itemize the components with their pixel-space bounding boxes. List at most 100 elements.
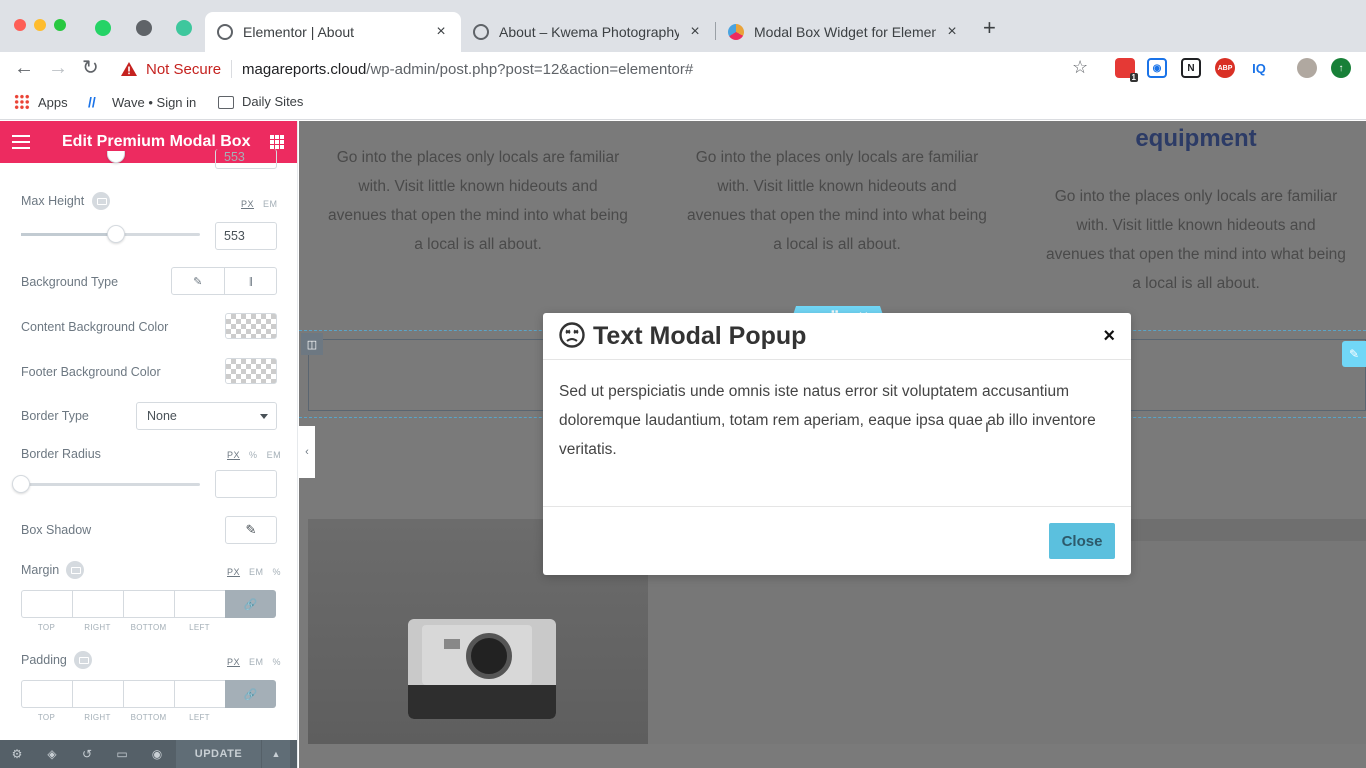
- responsive-desktop-icon[interactable]: [66, 561, 84, 579]
- unit-em[interactable]: EM: [249, 657, 264, 667]
- panel-footer: ⚙ ◈ ↺ ▭ ◉ UPDATE ▲: [0, 740, 297, 768]
- bookmark-wave[interactable]: // Wave • Sign in: [88, 94, 196, 110]
- border-type-select[interactable]: None: [136, 402, 277, 430]
- unit-percent[interactable]: %: [249, 450, 258, 460]
- footer-bg-color-swatch[interactable]: [225, 358, 277, 384]
- modal-close-icon[interactable]: ×: [1103, 326, 1115, 346]
- padding-right-input[interactable]: [72, 680, 123, 708]
- extension-calendar-icon[interactable]: 1: [1115, 58, 1138, 82]
- responsive-desktop-icon[interactable]: [74, 651, 92, 669]
- extension-update-icon[interactable]: ↑: [1331, 58, 1351, 78]
- margin-top-input[interactable]: [21, 590, 72, 618]
- tab-modal-box-widget[interactable]: Modal Box Widget for Elementor ×: [716, 12, 972, 52]
- back-button[interactable]: ←: [14, 57, 34, 79]
- bookmark-daily-sites[interactable]: Daily Sites: [218, 94, 303, 109]
- close-tab-icon[interactable]: ×: [687, 24, 703, 40]
- tab-elementor-about[interactable]: Elementor | About ×: [205, 12, 461, 52]
- unit-px[interactable]: PX: [227, 450, 240, 460]
- settings-icon[interactable]: ⚙: [10, 747, 24, 761]
- unit-percent[interactable]: %: [273, 657, 282, 667]
- content-bg-color-label: Content Background Color: [21, 320, 169, 334]
- column-2-text[interactable]: Go into the places only locals are famil…: [687, 143, 987, 259]
- margin-label: Margin: [21, 563, 60, 577]
- border-radius-units[interactable]: PX % EM: [227, 450, 281, 460]
- update-button[interactable]: UPDATE: [176, 740, 261, 768]
- close-tab-icon[interactable]: ×: [433, 24, 449, 40]
- margin-right-input[interactable]: [72, 590, 123, 618]
- extension-iq-icon[interactable]: IQ: [1249, 58, 1269, 78]
- close-tab-icon[interactable]: ×: [944, 24, 960, 40]
- responsive-mode-icon[interactable]: ▭: [115, 747, 129, 761]
- margin-units[interactable]: PX EM %: [227, 567, 281, 577]
- pinned-tab-whatsapp[interactable]: [95, 20, 111, 36]
- padding-bottom-input[interactable]: [123, 680, 174, 708]
- max-height-slider-knob[interactable]: [106, 225, 125, 243]
- link-values-icon[interactable]: 🔗: [225, 590, 276, 618]
- edit-widget-pencil-icon[interactable]: ✎: [1342, 341, 1366, 367]
- profile-avatar[interactable]: [1297, 58, 1317, 78]
- collapse-panel-chevron-left-icon[interactable]: ‹: [299, 426, 315, 478]
- bookmark-apps[interactable]: Apps: [14, 94, 68, 110]
- forward-button[interactable]: →: [48, 57, 68, 79]
- address-bar[interactable]: Not Secure magareports.cloud /wp-admin/p…: [114, 54, 1100, 84]
- side-label: BOTTOM: [130, 623, 167, 632]
- column-3-heading[interactable]: equipment: [1119, 125, 1273, 153]
- widgets-grid-icon[interactable]: [270, 135, 284, 149]
- extension-lock-icon[interactable]: ◉: [1147, 58, 1167, 78]
- max-height-units[interactable]: PX EM: [241, 199, 278, 209]
- browser-tab-bar: Elementor | About × About – Kwema Photog…: [0, 0, 1366, 52]
- unit-em[interactable]: EM: [263, 199, 278, 209]
- padding-left-input[interactable]: [174, 680, 225, 708]
- unit-percent[interactable]: %: [273, 567, 282, 577]
- tab-kwema-photography[interactable]: About – Kwema Photography ×: [461, 12, 715, 52]
- column-handle-icon[interactable]: ◫: [301, 333, 323, 355]
- border-radius-slider-knob[interactable]: [12, 475, 30, 493]
- side-label: RIGHT: [84, 623, 111, 632]
- new-tab-button[interactable]: +: [983, 17, 996, 39]
- background-type-label: Background Type: [21, 275, 119, 289]
- box-shadow-edit-button[interactable]: ✎: [225, 516, 277, 544]
- history-icon[interactable]: ↺: [80, 747, 94, 761]
- pinned-tab-extension[interactable]: [176, 20, 192, 36]
- extension-adblock-icon[interactable]: ABP: [1215, 58, 1235, 78]
- margin-left-input[interactable]: [174, 590, 225, 618]
- pinned-tab-globe[interactable]: [136, 20, 152, 36]
- partial-number-input[interactable]: 553: [215, 149, 277, 169]
- update-options-chevron-up-icon[interactable]: ▲: [262, 740, 290, 768]
- border-radius-input[interactable]: [215, 470, 277, 498]
- brush-icon[interactable]: ✎: [172, 268, 225, 294]
- column-1-text[interactable]: Go into the places only locals are famil…: [328, 143, 628, 259]
- maximize-window-button[interactable]: [54, 19, 66, 31]
- unit-em[interactable]: EM: [267, 450, 282, 460]
- reload-button[interactable]: ↻: [82, 57, 99, 79]
- padding-top-input[interactable]: [21, 680, 72, 708]
- unit-px[interactable]: PX: [227, 567, 240, 577]
- unit-px[interactable]: PX: [241, 199, 254, 209]
- modal-close-button[interactable]: Close: [1049, 523, 1115, 559]
- unit-em[interactable]: EM: [249, 567, 264, 577]
- camera-shape: [408, 619, 556, 719]
- modal-body-text[interactable]: Sed ut perspiciatis unde omnis iste natu…: [559, 377, 1115, 464]
- box-shadow-label: Box Shadow: [21, 523, 92, 537]
- extension-notion-icon[interactable]: N: [1181, 58, 1201, 78]
- responsive-desktop-icon[interactable]: [92, 192, 110, 210]
- gradient-icon[interactable]: [224, 268, 276, 294]
- slider-fill: [21, 233, 116, 236]
- column-3-text[interactable]: Go into the places only locals are famil…: [1046, 182, 1346, 298]
- preview-eye-icon[interactable]: ◉: [150, 747, 164, 761]
- navigator-icon[interactable]: ◈: [45, 747, 59, 761]
- margin-bottom-input[interactable]: [123, 590, 174, 618]
- unit-px[interactable]: PX: [227, 657, 240, 667]
- link-values-icon[interactable]: 🔗: [225, 680, 276, 708]
- camera-base: [408, 685, 556, 719]
- not-secure-label[interactable]: Not Secure: [146, 61, 221, 78]
- close-window-button[interactable]: [14, 19, 26, 31]
- max-height-input[interactable]: 553: [215, 222, 277, 250]
- content-bg-color-swatch[interactable]: [225, 313, 277, 339]
- padding-units[interactable]: PX EM %: [227, 657, 281, 667]
- menu-icon[interactable]: [12, 135, 30, 149]
- border-radius-slider[interactable]: [21, 483, 200, 486]
- minimize-window-button[interactable]: [34, 19, 46, 31]
- padding-dimensions: 🔗: [21, 680, 276, 708]
- bookmark-label: Apps: [38, 94, 68, 110]
